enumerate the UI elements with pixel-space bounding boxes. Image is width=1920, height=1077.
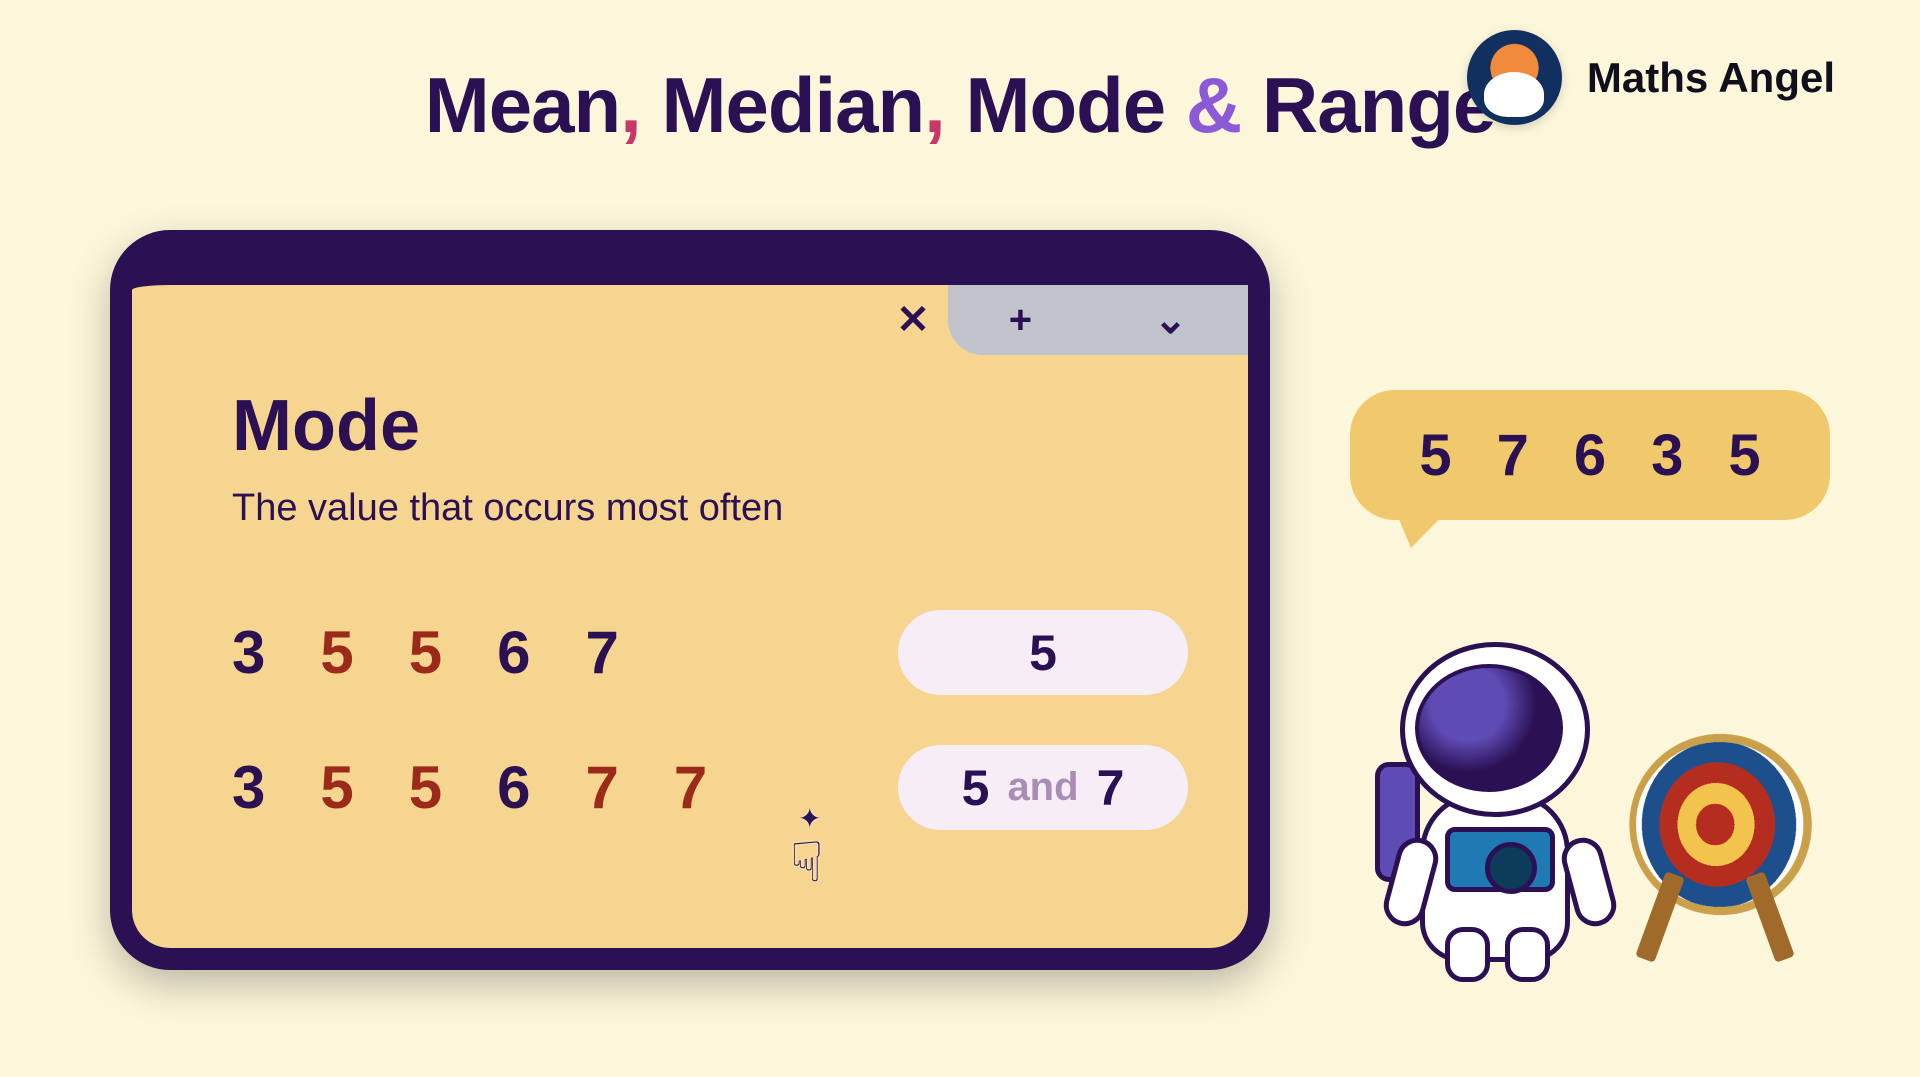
topic-title: Mode — [232, 385, 1188, 467]
answer-pill-1: 5 — [898, 610, 1188, 695]
brand-avatar-icon — [1467, 30, 1562, 125]
seq-num: 5 — [409, 618, 442, 687]
sequence-row-2: 3 5 5 6 7 7 5 and 7 — [232, 745, 1188, 830]
seq-num: 5 — [320, 753, 353, 822]
answer-pill-2: 5 and 7 — [898, 745, 1188, 830]
target-icon — [1625, 742, 1805, 962]
data-bubble: 5 7 6 3 5 — [1350, 390, 1830, 520]
seq-num: 3 — [232, 618, 265, 687]
lesson-card: ✕ + ⌄ Mode The value that occurs most of… — [110, 230, 1270, 970]
seq-num: 6 — [497, 753, 530, 822]
bubble-num: 5 — [1419, 422, 1451, 489]
topic-description: The value that occurs most often — [232, 487, 1188, 530]
brand-badge: Maths Angel — [1467, 30, 1835, 125]
seq-num: 7 — [586, 753, 619, 822]
tab-close-icon[interactable]: ✕ — [878, 285, 948, 355]
seq-num: 7 — [586, 618, 619, 687]
tab-controls: + ⌄ — [948, 285, 1248, 355]
seq-num: 7 — [674, 753, 707, 822]
seq-num: 3 — [232, 753, 265, 822]
seq-num: 5 — [409, 753, 442, 822]
brand-name: Maths Angel — [1587, 54, 1835, 102]
bubble-num: 3 — [1651, 422, 1683, 489]
seq-num: 6 — [497, 618, 530, 687]
sequence-row-1: 3 5 5 6 7 5 — [232, 610, 1188, 695]
tab-add-icon[interactable]: + — [1009, 298, 1032, 343]
bubble-num: 5 — [1728, 422, 1760, 489]
mascot-illustration — [1375, 622, 1805, 982]
seq-num: 5 — [320, 618, 353, 687]
bubble-num: 7 — [1497, 422, 1529, 489]
astronaut-icon — [1375, 642, 1615, 982]
bubble-num: 6 — [1574, 422, 1606, 489]
tab-collapse-icon[interactable]: ⌄ — [1154, 297, 1188, 343]
